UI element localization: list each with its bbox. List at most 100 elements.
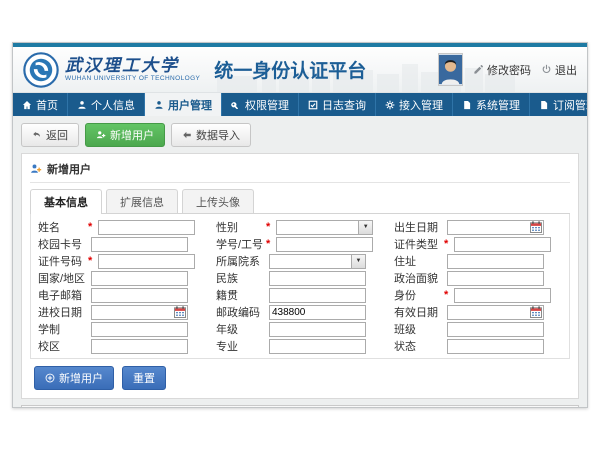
- change-password-link[interactable]: 修改密码: [473, 62, 531, 78]
- field-label: 学制: [33, 321, 87, 337]
- field-label: 出生日期: [389, 219, 443, 235]
- user-plus-icon: [96, 130, 106, 140]
- field-label: 邮政编码: [211, 304, 265, 320]
- nav-item-label: 首页: [36, 97, 58, 113]
- field-student-id: 学号/工号*: [211, 236, 389, 252]
- logout-label: 退出: [555, 62, 577, 78]
- field-label: 状态: [389, 338, 443, 354]
- field-id-type: 证件类型*: [389, 236, 567, 252]
- campus-input[interactable]: [91, 339, 188, 354]
- doc-icon: [462, 100, 472, 110]
- calendar-icon[interactable]: [530, 221, 542, 233]
- field-campus-card-no: 校园卡号: [33, 236, 211, 252]
- required-asterisk: *: [266, 238, 270, 250]
- email-input[interactable]: [91, 288, 188, 303]
- form-tabs: 基本信息扩展信息上传头像: [30, 189, 570, 214]
- field-education-length: 学制: [33, 321, 211, 337]
- education-length-input[interactable]: [91, 322, 188, 337]
- field-label: 证件类型: [389, 236, 443, 252]
- power-icon: [541, 64, 552, 75]
- field-name: 姓名*: [33, 219, 211, 235]
- field-label: 学号/工号: [211, 236, 265, 252]
- name-input[interactable]: [98, 220, 195, 235]
- id-type-input[interactable]: [454, 237, 551, 252]
- nav-item-label: 接入管理: [399, 97, 443, 113]
- postal-code-input[interactable]: [269, 305, 366, 320]
- change-password-label: 修改密码: [487, 62, 531, 78]
- tab-upload-avatar[interactable]: 上传头像: [182, 189, 254, 213]
- tab-basic-info[interactable]: 基本信息: [30, 189, 102, 214]
- student-id-input[interactable]: [276, 237, 373, 252]
- nav-item-profile[interactable]: 个人信息: [68, 93, 145, 116]
- field-label: 身份: [389, 287, 443, 303]
- department-select[interactable]: ▼: [269, 254, 366, 269]
- major-input[interactable]: [269, 339, 366, 354]
- ethnicity-input[interactable]: [269, 271, 366, 286]
- nav-item-access-management[interactable]: 接入管理: [376, 93, 453, 116]
- nav-item-label: 权限管理: [245, 97, 289, 113]
- logout-link[interactable]: 退出: [541, 62, 577, 78]
- grade-input[interactable]: [269, 322, 366, 337]
- reset-button[interactable]: 重置: [122, 366, 166, 390]
- field-id-number: 证件号码*: [33, 253, 211, 269]
- chevron-down-icon[interactable]: ▼: [358, 221, 372, 234]
- chevron-down-icon[interactable]: ▼: [351, 255, 365, 268]
- field-identity: 身份*: [389, 287, 567, 303]
- status-input[interactable]: [447, 339, 544, 354]
- country-region-input[interactable]: [91, 271, 188, 286]
- field-political-status: 政治面貌: [389, 270, 567, 286]
- field-label: 电子邮箱: [33, 287, 87, 303]
- avatar[interactable]: [438, 53, 463, 86]
- add-user-button[interactable]: 新增用户: [85, 123, 165, 147]
- nav-item-user-management[interactable]: 用户管理: [145, 93, 222, 116]
- nav-item-label: 个人信息: [91, 97, 135, 113]
- field-class: 班级: [389, 321, 567, 337]
- toolbar: 返回 新增用户 数据导入: [21, 123, 579, 147]
- add-user-label: 新增用户: [110, 127, 154, 143]
- back-label: 返回: [46, 127, 68, 143]
- field-campus: 校区: [33, 338, 211, 354]
- submit-add-user-button[interactable]: 新增用户: [34, 366, 114, 390]
- gender-select[interactable]: ▼: [276, 220, 373, 235]
- university-name: 武汉理工大学: [65, 57, 200, 76]
- field-ethnicity: 民族: [211, 270, 389, 286]
- header-actions: 修改密码 退出: [438, 53, 577, 86]
- field-gender: 性别*▼: [211, 219, 389, 235]
- new-user-panel: 新增用户 基本信息扩展信息上传头像 姓名*性别*▼出生日期校园卡号学号/工号*证…: [21, 153, 579, 399]
- field-label: 民族: [211, 270, 265, 286]
- field-address: 住址: [389, 253, 567, 269]
- page-title: 统一身份认证平台: [214, 56, 366, 83]
- tab-extended-info[interactable]: 扩展信息: [106, 189, 178, 213]
- political-status-input[interactable]: [447, 271, 544, 286]
- field-label: 姓名: [33, 219, 87, 235]
- id-number-input[interactable]: [98, 254, 195, 269]
- field-label: 政治面貌: [389, 270, 443, 286]
- calendar-icon[interactable]: [174, 306, 186, 318]
- panel-title: 新增用户: [47, 161, 91, 177]
- form-actions: 新增用户 重置: [30, 359, 570, 398]
- app-window: 武汉理工大学 WUHAN UNIVERSITY OF TECHNOLOGY 统一…: [12, 42, 588, 408]
- required-asterisk: *: [88, 255, 92, 267]
- calendar-icon[interactable]: [530, 306, 542, 318]
- university-logo-icon: [23, 52, 59, 88]
- class-input[interactable]: [447, 322, 544, 337]
- required-asterisk: *: [88, 221, 92, 233]
- nav-item-subscription-management[interactable]: 订阅管理: [530, 93, 588, 116]
- field-label: 有效日期: [389, 304, 443, 320]
- data-import-button[interactable]: 数据导入: [171, 123, 251, 147]
- required-asterisk: *: [444, 289, 448, 301]
- log-icon: [308, 100, 318, 110]
- nav-item-log-query[interactable]: 日志查询: [299, 93, 376, 116]
- campus-card-no-input[interactable]: [91, 237, 188, 252]
- field-enroll-date: 进校日期: [33, 304, 211, 320]
- back-button[interactable]: 返回: [21, 123, 79, 147]
- field-grade: 年级: [211, 321, 389, 337]
- field-label: 所属院系: [211, 253, 265, 269]
- gear-icon: [385, 100, 395, 110]
- identity-input[interactable]: [454, 288, 551, 303]
- nav-item-home[interactable]: 首页: [13, 93, 68, 116]
- nav-item-permission-management[interactable]: 权限管理: [222, 93, 299, 116]
- address-input[interactable]: [447, 254, 544, 269]
- native-place-input[interactable]: [269, 288, 366, 303]
- nav-item-system-management[interactable]: 系统管理: [453, 93, 530, 116]
